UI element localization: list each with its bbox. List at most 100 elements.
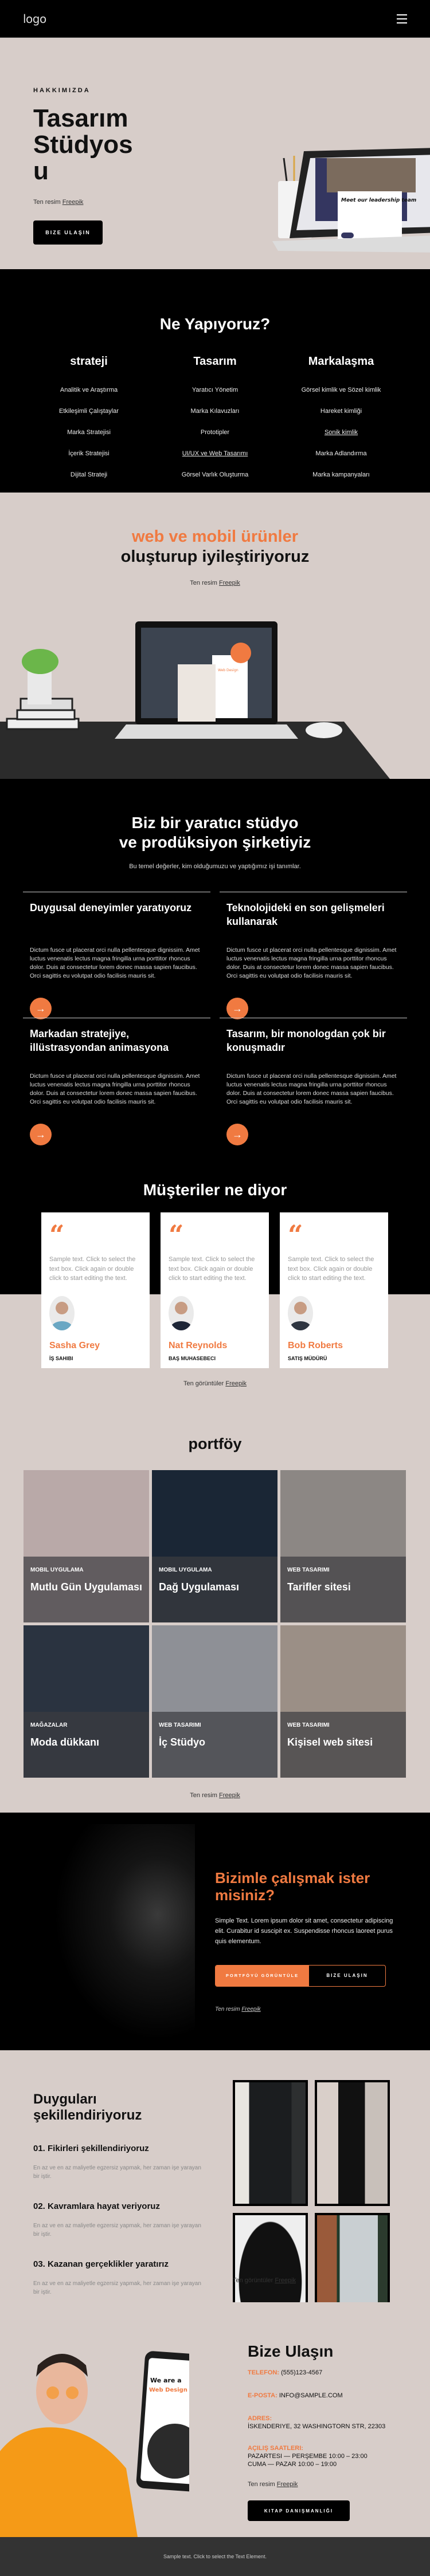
mouse xyxy=(306,722,342,738)
services-column-design: Tasarım Yaratıcı Yönetim Marka Kılavuzla… xyxy=(155,355,275,507)
quote-icon: “ xyxy=(49,1219,65,1250)
testimonial-card: “ Sample text. Click to select the text … xyxy=(161,1212,269,1368)
emotions-section: Duyguları şekillendiriyoruz 01. Fikirler… xyxy=(0,2050,430,2339)
value-card: Teknolojideki en son gelişmeleri kullana… xyxy=(220,892,407,1020)
credit-prefix: Ten resim xyxy=(248,2481,275,2488)
step-title: 03. Kazanan gerçeklikler yaratırız xyxy=(33,2259,169,2270)
freepik-link[interactable]: Freepik xyxy=(62,199,84,206)
freepik-link[interactable]: Freepik xyxy=(241,2006,260,2012)
arrow-right-icon[interactable]: → xyxy=(226,1124,248,1146)
hamburger-menu-icon[interactable] xyxy=(397,14,407,23)
testimonial-text: Sample text. Click to select the text bo… xyxy=(288,1256,374,1282)
contact-us-button[interactable]: BIZE ULAŞIN xyxy=(33,220,103,245)
credit-prefix: Ten görüntüler xyxy=(183,1380,224,1387)
hero-credit: Ten resim Freepik xyxy=(33,199,159,206)
freepik-link[interactable]: Freepik xyxy=(219,1792,240,1799)
service-link[interactable]: UI/UX ve Web Tasarımı xyxy=(155,443,275,464)
service-item: Dijital Strateji xyxy=(70,471,108,478)
arrow-right-icon[interactable]: → xyxy=(30,1124,52,1146)
step-text: En az ve en az maliyetle egzersiz yapmak… xyxy=(33,2280,201,2296)
service-item: Hareket kimliği xyxy=(320,408,362,415)
credit-prefix: Ten resim xyxy=(190,579,217,586)
freepik-link[interactable]: Freepik xyxy=(219,580,240,586)
woman-holding-phone-image: We are a Web Design Agency xyxy=(0,2351,189,2537)
plant-leaves xyxy=(22,649,58,674)
portfolio-item[interactable]: MOBIL UYGULAMA Dağ Uygulaması xyxy=(152,1470,277,1622)
testimonial-text: Sample text. Click to select the text bo… xyxy=(169,1256,255,1282)
view-portfolio-button[interactable]: PORTFÖYÜ GÖRÜNTÜLE xyxy=(216,1965,309,1986)
testimonial-role: SATIŞ MÜDÜRÜ xyxy=(288,1355,327,1361)
address-line: ADRES: İSKENDERIYE, 32 WASHINGTORN STR, 2… xyxy=(248,2415,386,2430)
hours-line: AÇILIŞ SAATLERI: PAZARTESI — PERŞEMBE 10:… xyxy=(248,2445,368,2468)
title-orange: web ve mobil ürünler xyxy=(131,527,299,546)
arrow-right-icon[interactable]: → xyxy=(226,998,248,1020)
avatar xyxy=(49,1295,75,1330)
credit-prefix: Ten resim xyxy=(215,2006,240,2012)
freepik-link[interactable]: Freepik xyxy=(277,2481,298,2488)
creative-studio-section: Biz bir yaratıcı stüdyo ve prodüksiyon şi… xyxy=(0,779,430,1146)
screen-heading: Web Design xyxy=(218,668,239,672)
quote-icon: “ xyxy=(288,1219,303,1250)
book-consultation-button[interactable]: KITAP DANIŞMANLIĞI xyxy=(248,2500,350,2521)
contact-section: We are a Web Design Agency Bize Ulaşın T… xyxy=(0,2302,430,2537)
testimonials-title: Müşteriler ne diyor xyxy=(143,1181,287,1199)
cta-button-group: PORTFÖYÜ GÖRÜNTÜLE BIZE ULAŞIN xyxy=(215,1964,386,1987)
step-text: En az ve en az maliyetle egzersiz yapmak… xyxy=(33,2223,201,2238)
portfolio-item[interactable]: WEB TASARIMI İç Stüdyo xyxy=(152,1625,277,1778)
column-heading: strateji xyxy=(70,355,108,368)
credit-prefix: Ten görüntüler xyxy=(233,2277,273,2284)
quote-icon: “ xyxy=(169,1219,184,1250)
column-heading: Tasarım xyxy=(193,355,237,368)
service-item: Marka kampanyaları xyxy=(312,471,370,478)
contact-credit: Ten resim Freepik xyxy=(248,2481,420,2488)
portfolio-item[interactable]: WEB TASARIMI Kişisel web sitesi xyxy=(280,1625,406,1778)
testimonial-name: Nat Reynolds xyxy=(169,1340,228,1350)
services-column-branding: Markalaşma Görsel kimlik ve Sözel kimlik… xyxy=(281,355,401,507)
mockup-frame-image xyxy=(233,2080,308,2206)
service-item: Yaratıcı Yönetim xyxy=(191,387,239,393)
portfolio-item[interactable]: WEB TASARIMI Tarifler sitesi xyxy=(280,1470,406,1622)
service-item: Marka Kılavuzları xyxy=(190,408,240,415)
creative-subtitle: Bu temel değerler, kim olduğumuzu ve yap… xyxy=(129,863,301,871)
testimonial-role: BAŞ MUHASEBECI xyxy=(169,1355,216,1361)
web-mobile-section: web ve mobil ürünler oluşturup iyileştir… xyxy=(0,493,430,779)
hours-weekend: CUMA — PAZAR 10:00 – 19:00 xyxy=(248,2461,337,2468)
value-title: Markadan stratejiye, illüstrasyondan ani… xyxy=(30,1028,169,1053)
phone-number[interactable]: (555)123-4567 xyxy=(281,2369,322,2376)
freepik-link[interactable]: Freepik xyxy=(225,1380,247,1387)
emotions-title: Duyguları şekillendiriyoruz xyxy=(33,2091,142,2123)
service-link[interactable]: Sonik kimlik xyxy=(281,422,401,443)
email-address[interactable]: INFO@SAMPLE.COM xyxy=(279,2392,343,2399)
value-text: Dictum fusce ut placerat orci nulla pell… xyxy=(30,1073,200,1106)
credit-prefix: Ten resim xyxy=(33,199,61,206)
portfolio-item[interactable]: MAĞAZALAR Moda dükkanı xyxy=(24,1625,149,1778)
portfolio-category: MAĞAZALAR xyxy=(30,1722,68,1728)
service-item: Analitik ve Araştırma xyxy=(60,387,118,393)
hero-eyebrow: HAKKIMIZDA xyxy=(33,87,91,94)
logo[interactable]: logo xyxy=(23,12,46,26)
service-item: Görsel Varlık Oluşturma xyxy=(181,471,249,478)
email-line: E-POSTA: INFO@SAMPLE.COM xyxy=(248,2392,343,2399)
testimonial-text: Sample text. Click to select the text bo… xyxy=(49,1256,136,1282)
contact-us-button[interactable]: BIZE ULAŞIN xyxy=(309,1965,385,1986)
orange-jacket xyxy=(0,2427,138,2537)
service-item: Prototipler xyxy=(200,429,230,436)
testimonial-name: Sasha Grey xyxy=(49,1340,100,1350)
emotions-credit: Ten görüntüler Freepik xyxy=(233,2277,296,2284)
service-item: İçerik Stratejisi xyxy=(68,450,110,457)
service-item: Marka Stratejisi xyxy=(67,429,111,436)
footer: Sample text. Click to select the Text El… xyxy=(0,2537,430,2576)
cta-title: Bizimle çalışmak ister misiniz? xyxy=(215,1869,370,1904)
services-section: Ne Yapıyoruz? strateji Analitik ve Araşt… xyxy=(0,269,430,499)
step-item: 03. Kazanan gerçeklikler yaratırız En az… xyxy=(33,2259,205,2297)
step-title: 02. Kavramlara hayat veriyoruz xyxy=(33,2201,160,2212)
portfolio-category: WEB TASARIMI xyxy=(159,1722,201,1728)
freepik-link[interactable]: Freepik xyxy=(275,2277,296,2284)
portfolio-category: MOBIL UYGULAMA xyxy=(30,1567,84,1573)
arrow-right-icon[interactable]: → xyxy=(30,998,52,1020)
testimonial-name: Bob Roberts xyxy=(288,1340,343,1350)
credit-prefix: Ten resim xyxy=(190,1792,217,1799)
portfolio-item[interactable]: MOBIL UYGULAMA Mutlu Gün Uygulaması xyxy=(24,1470,149,1622)
value-text: Dictum fusce ut placerat orci nulla pell… xyxy=(226,1073,397,1106)
portfolio-category: WEB TASARIMI xyxy=(287,1722,330,1728)
